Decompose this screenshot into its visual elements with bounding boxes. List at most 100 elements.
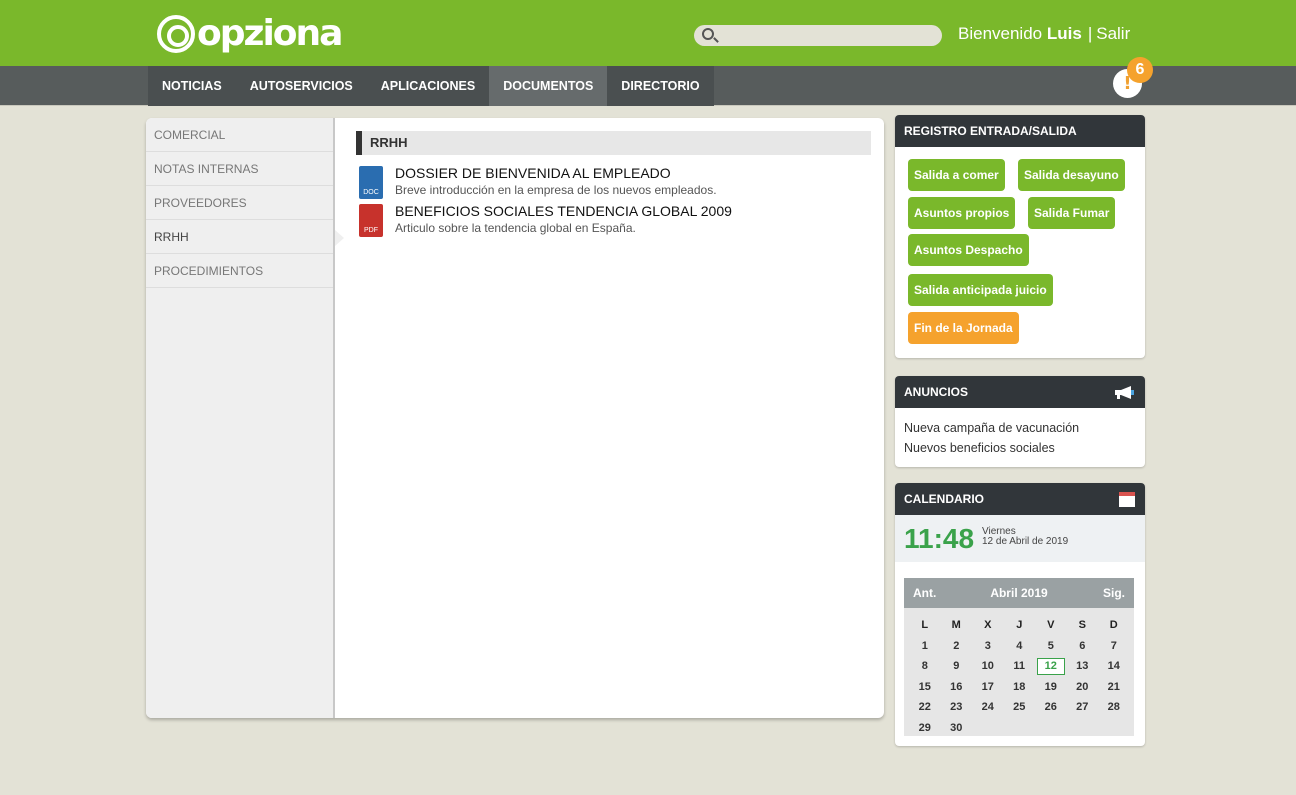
calendar-day[interactable]: 22 [909, 698, 941, 719]
calendar-day-number: 13 [1076, 660, 1089, 672]
calendar-day[interactable]: 25 [1004, 698, 1036, 719]
calendar-day-number: 12 [1036, 658, 1065, 675]
sidebar-item-proveedores[interactable]: PROVEEDORES [146, 186, 333, 220]
calendar-day-number: 20 [1076, 680, 1089, 693]
registro-button-salida-a-comer[interactable]: Salida a comer [908, 159, 1005, 191]
calendar-day[interactable]: 8 [909, 657, 941, 678]
calendar-day-number: 29 [918, 721, 931, 734]
section-title: RRHH [356, 131, 871, 155]
calendar-weekday: M [951, 619, 961, 631]
calendar-day-number: 21 [1107, 680, 1120, 693]
calendar-prev-button[interactable]: Ant. [913, 586, 936, 600]
file-type-label: DOC [363, 189, 379, 196]
calendar-day[interactable]: 19 [1035, 678, 1067, 699]
registro-button-salida-desayuno[interactable]: Salida desayuno [1018, 159, 1125, 191]
calendar-month: Abril 2019 [990, 586, 1048, 600]
calendar-day[interactable]: 11 [1004, 657, 1036, 678]
calendar-weekday: J [1016, 619, 1023, 631]
calendar-day[interactable]: 4 [1004, 637, 1036, 658]
anuncios-header: ANUNCIOS [895, 376, 1145, 408]
calendar-day[interactable]: 28 [1098, 698, 1130, 719]
calendar-day-number: 9 [953, 660, 960, 672]
calendar-weekday: V [1047, 619, 1055, 631]
calendar-day[interactable]: 5 [1035, 637, 1067, 658]
calendar-day[interactable]: 16 [941, 678, 973, 699]
document-item[interactable]: DOC DOSSIER DE BIENVENIDA AL EMPLEADO Brev… [356, 166, 871, 199]
nav-tab-documentos[interactable]: DOCUMENTOS [489, 66, 608, 106]
registro-button-salida-fumar[interactable]: Salida Fumar [1028, 197, 1116, 229]
calendar-day[interactable]: 10 [972, 657, 1004, 678]
calendar-day[interactable]: 1 [909, 637, 941, 658]
registro-buttons: Salida a comer Salida desayuno Asuntos pro… [895, 147, 1145, 357]
calendar-grid: L M X J V S D 1 2 3 4 5 6 7 8 9 10 11 12 13 14 15 16 17 18 19 20 21… [904, 608, 1134, 739]
calendar-day[interactable]: 26 [1035, 698, 1067, 719]
main-nav: NOTICIAS AUTOSERVICIOS APLICACIONES DOCUMEN… [148, 66, 714, 106]
nav-tab-directorio[interactable]: DIRECTORIO [607, 66, 713, 106]
document-item[interactable]: PDF BENEFICIOS SOCIALES TENDENCIA GLOBAL … [356, 204, 871, 237]
calendar-day[interactable]: 30 [941, 719, 973, 740]
calendar-day[interactable]: 2 [941, 637, 973, 658]
user-name: Luis [1046, 24, 1082, 43]
sidebar-item-comercial[interactable]: COMERCIAL [146, 118, 333, 152]
document-text: BENEFICIOS SOCIALES TENDENCIA GLOBAL 200… [395, 204, 732, 236]
file-type-label: PDF [364, 227, 378, 234]
registro-button-asuntos-despacho[interactable]: Asuntos Despacho [908, 234, 1029, 266]
calendar-day[interactable]: 27 [1067, 698, 1099, 719]
calendar-day-today[interactable]: 12 [1035, 657, 1067, 678]
calendar-weekday: S [1078, 619, 1086, 631]
sidebar-item-rrhh[interactable]: RRHH [146, 220, 344, 254]
sidebar-item-procedimientos[interactable]: PROCEDIMIENTOS [146, 254, 333, 288]
calendario-title: CALENDARIO [904, 492, 984, 506]
calendar-day-number: 15 [918, 680, 931, 693]
calendar-day[interactable]: 6 [1067, 637, 1099, 658]
welcome-text: Bienvenido Luis | Salir [958, 24, 1130, 44]
calendar-day-number: 3 [984, 639, 991, 652]
calendar-day-number: 23 [950, 701, 963, 713]
logout-link[interactable]: Salir [1096, 24, 1130, 43]
anuncio-item[interactable]: Nuevos beneficios sociales [904, 438, 1136, 458]
calendar-day[interactable]: 18 [1004, 678, 1036, 699]
search-input[interactable] [718, 25, 934, 46]
month-calendar: Abril 2019 Ant. Sig. L M X J V S D 1 2 3 4 5 6 7 8 9 10 1… [904, 578, 1134, 736]
calendar-day-number: 25 [1013, 701, 1026, 713]
calendar-day[interactable]: 14 [1098, 657, 1130, 678]
doc-file-icon: DOC [359, 166, 383, 199]
calendar-day-number: 19 [1044, 680, 1057, 693]
megaphone-icon [1115, 386, 1134, 399]
document-title[interactable]: BENEFICIOS SOCIALES TENDENCIA GLOBAL 200… [395, 204, 732, 219]
calendar-next-button[interactable]: Sig. [1103, 586, 1125, 600]
calendar-day[interactable]: 23 [941, 698, 973, 719]
nav-tab-aplicaciones[interactable]: APLICACIONES [367, 66, 489, 106]
calendar-day[interactable]: 9 [941, 657, 973, 678]
anuncios-list: Nueva campaña de vacunación Nuevos benefi… [895, 408, 1145, 467]
document-title[interactable]: DOSSIER DE BIENVENIDA AL EMPLEADO [395, 166, 717, 181]
calendar-day[interactable]: 13 [1067, 657, 1099, 678]
calendar-day[interactable]: 21 [1098, 678, 1130, 699]
registro-button-fin-de-la-jornada[interactable]: Fin de la Jornada [908, 312, 1019, 344]
calendar-day[interactable]: 29 [909, 719, 941, 740]
calendar-day[interactable]: 15 [909, 678, 941, 699]
calendar-icon [1119, 492, 1135, 507]
sidebar-item-notas-internas[interactable]: NOTAS INTERNAS [146, 152, 333, 186]
calendar-day[interactable]: 7 [1098, 637, 1130, 658]
nav-tab-noticias[interactable]: NOTICIAS [148, 66, 236, 106]
calendar-day[interactable]: 17 [972, 678, 1004, 699]
search-box[interactable] [694, 25, 942, 46]
calendar-day-number: 18 [1013, 680, 1026, 693]
registro-button-salida-anticipada-juicio[interactable]: Salida anticipada juicio [908, 274, 1053, 306]
calendar-day[interactable]: 20 [1067, 678, 1099, 699]
calendar-header: Abril 2019 Ant. Sig. [904, 578, 1134, 608]
calendar-day-number: 5 [1047, 639, 1054, 652]
registro-button-asuntos-propios[interactable]: Asuntos propios [908, 197, 1016, 229]
calendar-day[interactable]: 24 [972, 698, 1004, 719]
document-description: Articulo sobre la tendencia global en Es… [395, 221, 636, 235]
logo[interactable]: opziona [157, 12, 343, 56]
search-icon [702, 28, 714, 40]
calendar-day-number: 1 [921, 639, 928, 652]
calendar-weekday: L [921, 619, 929, 631]
calendar-day[interactable]: 3 [972, 637, 1004, 658]
calendar-weekday: D [1109, 619, 1118, 631]
logo-mark-icon [157, 15, 195, 53]
anuncio-item[interactable]: Nueva campaña de vacunación [904, 418, 1136, 438]
nav-tab-autoservicios[interactable]: AUTOSERVICIOS [236, 66, 367, 106]
